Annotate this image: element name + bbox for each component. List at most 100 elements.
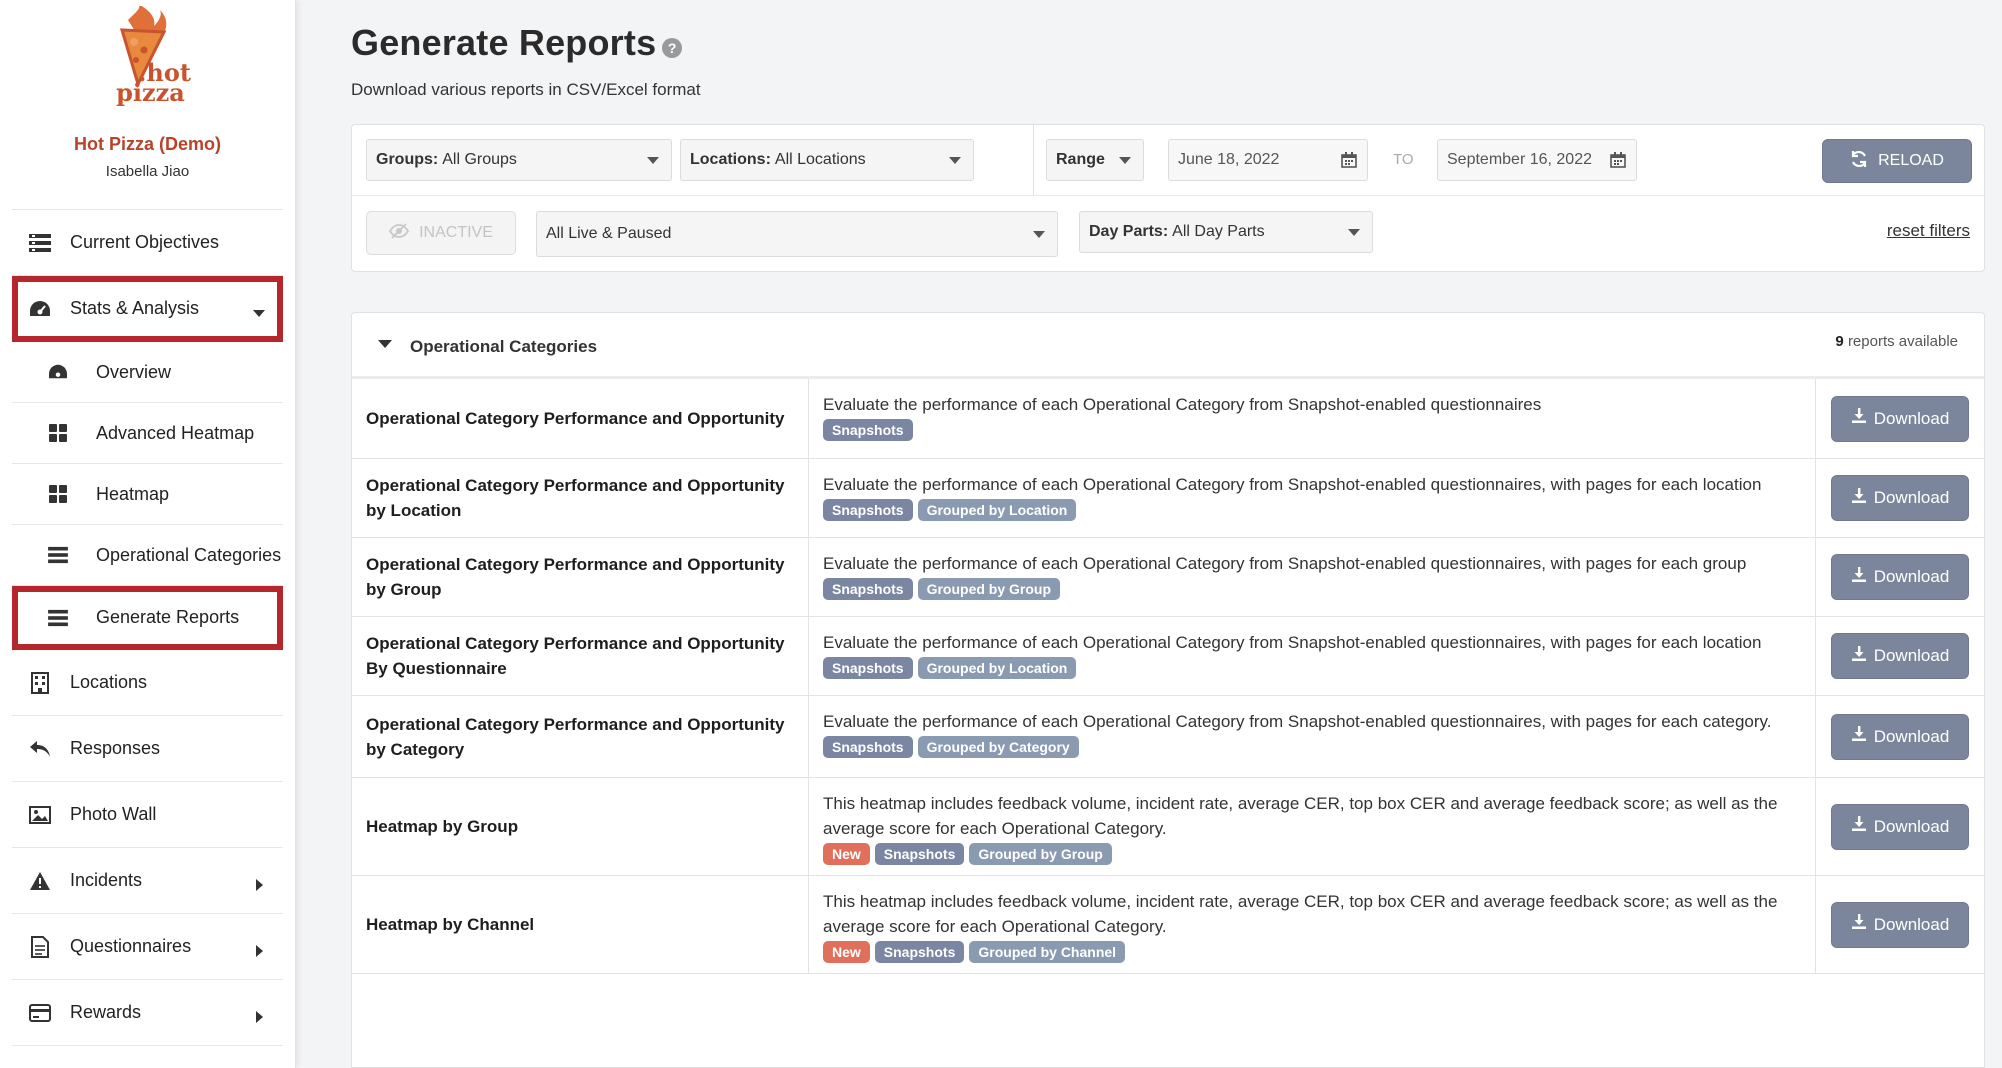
sidebar-item-label: Incidents <box>70 870 143 890</box>
range-select[interactable]: Range <box>1046 139 1144 181</box>
tag-badge: Grouped by Group <box>969 843 1112 865</box>
download-icon <box>1851 487 1867 509</box>
locations-label: Locations: <box>690 151 771 168</box>
report-name: Operational Category Performance and Opp… <box>352 617 809 695</box>
download-button[interactable]: Download <box>1831 633 1969 679</box>
tag-badge: Snapshots <box>874 941 965 963</box>
download-label: Download <box>1873 646 1950 665</box>
sidebar-subitem-overview[interactable]: Overview <box>12 342 283 403</box>
sidebar-item-rewards[interactable]: Rewards <box>12 980 283 1046</box>
groups-value: All Groups <box>442 151 517 168</box>
report-name: Operational Category Performance and Opp… <box>352 379 809 458</box>
download-icon <box>1851 645 1867 667</box>
user-name: Isabella Jiao <box>105 163 190 180</box>
reload-label: RELOAD <box>1878 152 1944 169</box>
download-button[interactable]: Download <box>1831 713 1969 760</box>
sidebar-item-incidents[interactable]: Incidents <box>12 848 283 914</box>
date-to-value: September 16, 2022 <box>1447 151 1592 168</box>
table-row: Operational Category Performance and Opp… <box>352 379 1984 459</box>
inactive-toggle-button[interactable]: INACTIVE <box>366 211 516 255</box>
tag-badge: New <box>823 843 870 865</box>
sidebar-item-questionnaires[interactable]: Questionnaires <box>12 914 283 980</box>
sidebar-item-label: Generate Reports <box>96 607 240 627</box>
tag-badge: Snapshots <box>823 578 913 600</box>
status-select[interactable]: All Live & Paused <box>536 211 1058 257</box>
tag-badge: Snapshots <box>823 736 913 758</box>
sidebar-nav: Current Objectives Stats & Analysis Over… <box>12 210 283 1046</box>
to-label: TO <box>1393 151 1414 168</box>
report-action-cell: Download <box>1816 617 1984 695</box>
report-tags: Snapshots <box>823 419 1801 441</box>
calendar-icon <box>1610 152 1626 173</box>
list-icon <box>28 231 52 255</box>
report-description-cell: Evaluate the performance of each Operati… <box>809 696 1816 777</box>
reports-count-suffix: reports available <box>1847 333 1958 350</box>
sidebar-subitem-advanced-heatmap[interactable]: Advanced Heatmap <box>12 403 283 464</box>
reload-button[interactable]: RELOAD <box>1822 139 1972 183</box>
warning-icon <box>28 869 52 893</box>
locations-select[interactable]: Locations: All Locations <box>680 139 974 181</box>
logo-text-pizza: pizza <box>116 78 185 107</box>
sidebar: .hot pizza Hot Pizza (Demo) Isabella Jia… <box>0 0 296 1068</box>
download-icon <box>1851 914 1867 935</box>
dayparts-label: Day Parts: <box>1089 223 1169 240</box>
report-description-cell: Evaluate the performance of each Operati… <box>809 538 1816 616</box>
download-button[interactable]: Download <box>1831 395 1969 442</box>
report-tags: Snapshots Grouped by Category <box>823 736 1801 758</box>
groups-select[interactable]: Groups: All Groups <box>366 139 672 181</box>
brand-block: .hot pizza Hot Pizza (Demo) Isabella Jia… <box>12 6 283 210</box>
download-button[interactable]: Download <box>1831 475 1969 521</box>
download-label: Download <box>1873 726 1950 746</box>
download-icon <box>1851 726 1867 747</box>
report-action-cell: Download <box>1816 538 1984 616</box>
report-name: Operational Category Performance and Opp… <box>352 696 809 777</box>
reset-filters-link[interactable]: reset filters <box>1887 221 1970 241</box>
tag-badge: Snapshots <box>874 843 965 865</box>
date-to-input[interactable]: September 16, 2022 <box>1437 139 1637 181</box>
report-name: Heatmap by Group <box>352 778 809 875</box>
report-description: Evaluate the performance of each Operati… <box>823 633 1762 652</box>
sidebar-item-stats-analysis[interactable]: Stats & Analysis <box>12 276 283 342</box>
dashboard-gauge-icon <box>28 297 52 321</box>
report-tags: Snapshots Grouped by Group <box>823 578 1801 600</box>
reports-section-header[interactable]: Operational Categories 9 reports availab… <box>352 313 1984 379</box>
page-title: Generate Reports? <box>351 22 683 64</box>
help-icon[interactable]: ? <box>662 38 683 58</box>
hot-pizza-logo[interactable]: .hot pizza <box>108 6 191 107</box>
report-name: Heatmap by Channel <box>352 876 809 973</box>
sidebar-item-label: Rewards <box>70 1002 142 1022</box>
tag-badge: Grouped by Location <box>917 657 1077 679</box>
report-tags: Snapshots Grouped by Location <box>823 657 1801 679</box>
sidebar-item-photo-wall[interactable]: Photo Wall <box>12 782 283 848</box>
sidebar-item-label: Overview <box>96 361 172 382</box>
sidebar-subitem-heatmap[interactable]: Heatmap <box>12 464 283 525</box>
sidebar-subitem-generate-reports[interactable]: Generate Reports <box>12 586 283 650</box>
download-button[interactable]: Download <box>1831 901 1969 948</box>
sidebar-item-locations[interactable]: Locations <box>12 650 283 716</box>
sidebar-item-label: Responses <box>70 738 161 758</box>
report-tags: New Snapshots Grouped by Channel <box>823 941 1801 963</box>
report-description-cell: This heatmap includes feedback volume, i… <box>809 778 1816 875</box>
sidebar-item-responses[interactable]: Responses <box>12 716 283 782</box>
sidebar-item-label: Stats & Analysis <box>70 298 200 318</box>
date-from-input[interactable]: June 18, 2022 <box>1168 139 1368 181</box>
credit-card-icon <box>28 1001 52 1025</box>
sidebar-subitem-operational-categories[interactable]: Operational Categories <box>12 525 283 586</box>
download-label: Download <box>1873 408 1950 428</box>
sidebar-item-label: Advanced Heatmap <box>96 422 255 443</box>
table-row: Operational Category Performance and Opp… <box>352 538 1984 617</box>
report-description-cell: Evaluate the performance of each Operati… <box>809 459 1816 537</box>
filter-row-divider <box>352 195 1984 196</box>
reports-panel: Operational Categories 9 reports availab… <box>351 312 1985 1068</box>
chevron-down-icon <box>949 157 961 164</box>
report-action-cell: Download <box>1816 696 1984 777</box>
filter-divider <box>1033 125 1034 195</box>
sidebar-item-current-objectives[interactable]: Current Objectives <box>12 210 283 276</box>
table-row: Heatmap by Channel This heatmap includes … <box>352 876 1984 974</box>
download-button[interactable]: Download <box>1831 803 1969 850</box>
grid-icon <box>46 421 70 445</box>
tag-badge: Grouped by Location <box>917 499 1077 521</box>
dayparts-select[interactable]: Day Parts: All Day Parts <box>1079 211 1373 253</box>
download-button[interactable]: Download <box>1831 554 1969 600</box>
sidebar-item-label: Current Objectives <box>70 232 220 252</box>
